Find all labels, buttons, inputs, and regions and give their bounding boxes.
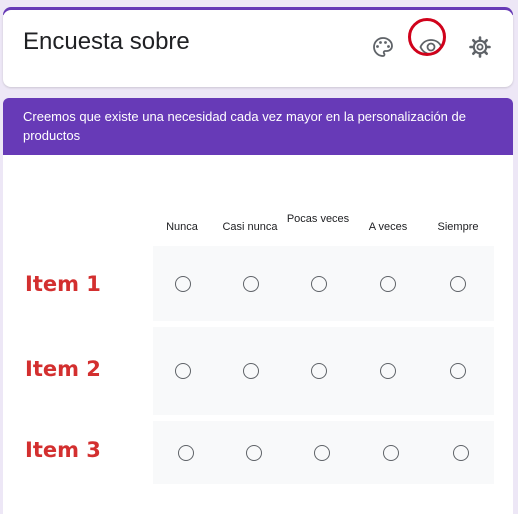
radio-item1-siempre[interactable]: [450, 276, 466, 292]
radio-item2-a-veces[interactable]: [380, 363, 396, 379]
gear-icon[interactable]: [468, 35, 492, 59]
radio-item2-siempre[interactable]: [450, 363, 466, 379]
row-label-item-2: Item 2: [25, 357, 101, 381]
grid-overflow-area: [164, 484, 480, 514]
radio-item3-nunca[interactable]: [178, 445, 194, 461]
eye-icon[interactable]: [419, 35, 443, 59]
radio-item1-nunca[interactable]: [175, 276, 191, 292]
column-header-nunca: Nunca: [166, 221, 198, 233]
radio-item1-a-veces[interactable]: [380, 276, 396, 292]
form-title[interactable]: Encuesta sobre: [23, 28, 190, 56]
radio-item2-nunca[interactable]: [175, 363, 191, 379]
radio-item3-a-veces[interactable]: [383, 445, 399, 461]
column-header-a-veces: A veces: [368, 221, 408, 233]
form-description-banner: Creemos que existe una necesidad cada ve…: [3, 98, 513, 155]
column-header-siempre: Siempre: [437, 221, 479, 233]
form-header-card: Encuesta sobre: [3, 10, 513, 87]
form-description: Creemos que existe una necesidad cada ve…: [23, 109, 466, 143]
column-header-casi-nunca: Casi nunca: [222, 221, 278, 233]
row-label-item-1: Item 1: [25, 272, 101, 296]
row-label-item-3: Item 3: [25, 438, 101, 462]
palette-icon[interactable]: [371, 35, 395, 59]
radio-item3-casi-nunca[interactable]: [246, 445, 262, 461]
radio-item1-casi-nunca[interactable]: [243, 276, 259, 292]
radio-item2-casi-nunca[interactable]: [243, 363, 259, 379]
radio-item3-siempre[interactable]: [453, 445, 469, 461]
column-header-pocas-veces: Pocas veces: [286, 213, 350, 225]
radio-item1-pocas-veces[interactable]: [311, 276, 327, 292]
radio-item2-pocas-veces[interactable]: [311, 363, 327, 379]
radio-item3-pocas-veces[interactable]: [314, 445, 330, 461]
